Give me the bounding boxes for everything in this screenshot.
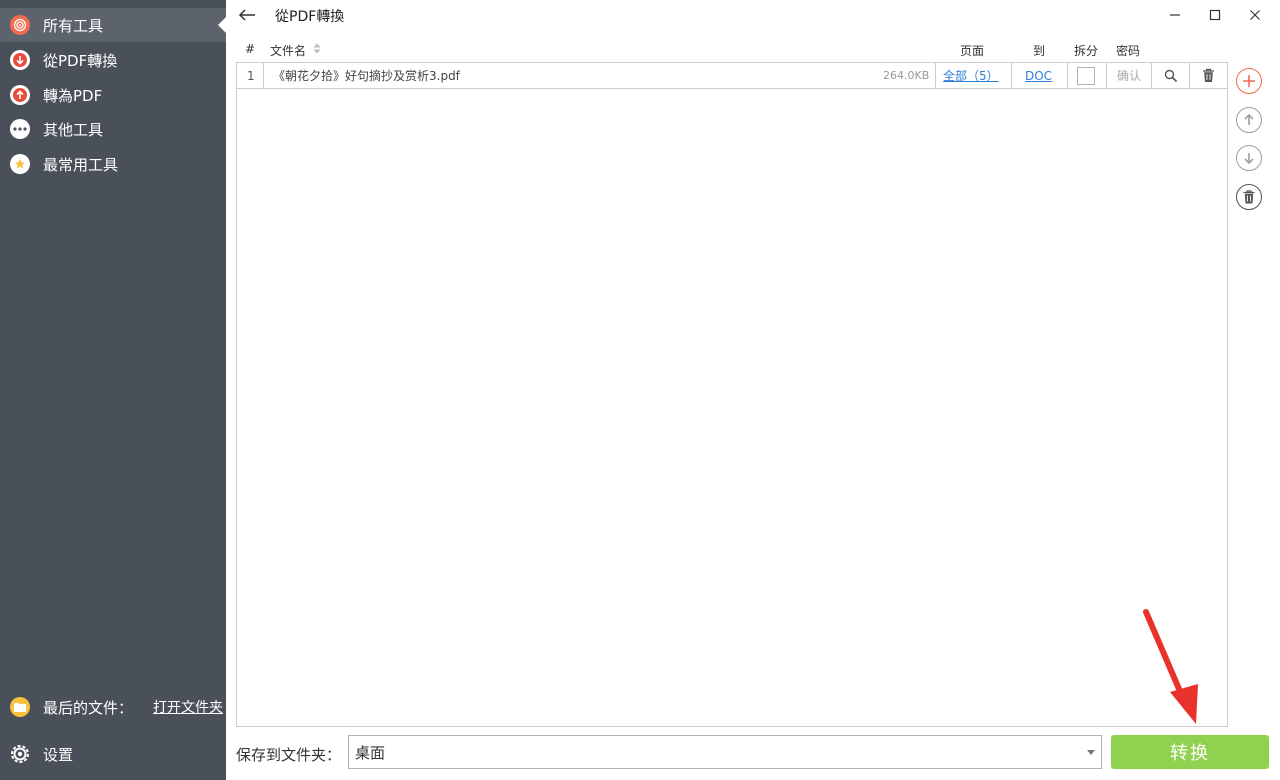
spiral-icon (10, 15, 30, 35)
split-checkbox[interactable] (1077, 63, 1095, 88)
sidebar-item-favorite-tools[interactable]: 最常用工具 (0, 147, 226, 181)
minimize-icon[interactable] (1164, 4, 1186, 26)
settings-label: 设置 (43, 745, 74, 764)
sidebar-item-from-pdf[interactable]: 從PDF轉換 (0, 43, 226, 77)
header-filename[interactable]: 文件名 (270, 42, 306, 59)
table-header: # 文件名 页面 到 拆分 密码 (236, 38, 1228, 60)
format-select-link[interactable]: DOC (1025, 63, 1052, 88)
ellipsis-icon (10, 119, 30, 139)
close-icon[interactable] (1244, 4, 1266, 26)
header-to: 到 (1033, 44, 1046, 58)
table-row[interactable]: 1 《朝花夕拾》好句摘抄及赏析3.pdf 264.0KB 全部（5） DOC 确… (237, 63, 1227, 89)
page-title: 從PDF轉換 (275, 9, 345, 25)
move-down-button[interactable] (1236, 145, 1262, 171)
sidebar: 所有工具 從PDF轉換 轉為PDF 其他工具 最常用工具 最后的文件： 打开文件… (0, 0, 226, 780)
plus-icon (1243, 75, 1255, 87)
arrow-down-icon (1244, 153, 1254, 165)
sidebar-item-other-tools[interactable]: 其他工具 (0, 112, 226, 146)
arrow-up-icon (1244, 113, 1254, 125)
star-icon (10, 154, 30, 174)
pages-select-link[interactable]: 全部（5） (943, 63, 999, 88)
gear-icon (10, 744, 30, 764)
row-file-size: 264.0KB (883, 69, 930, 82)
sidebar-item-label: 轉為PDF (43, 86, 103, 105)
file-table: 1 《朝花夕拾》好句摘抄及赏析3.pdf 264.0KB 全部（5） DOC 确… (236, 62, 1228, 727)
trash-icon (1243, 190, 1255, 204)
convert-button[interactable]: 转换 (1111, 735, 1269, 769)
sidebar-item-label: 最常用工具 (43, 155, 119, 174)
header-num: # (245, 42, 256, 56)
row-filename: 《朝花夕拾》好句摘抄及赏析3.pdf (273, 69, 460, 83)
password-field[interactable]: 确认 (1117, 63, 1141, 88)
dropdown-caret-icon (1087, 750, 1095, 755)
sidebar-item-label: 所有工具 (43, 16, 104, 35)
header-split: 拆分 (1074, 44, 1099, 58)
preview-search-icon[interactable] (1164, 63, 1178, 88)
move-up-button[interactable] (1236, 107, 1262, 133)
sidebar-item-label: 從PDF轉換 (43, 51, 118, 70)
delete-all-button[interactable] (1236, 184, 1262, 210)
sidebar-item-label: 其他工具 (43, 120, 104, 139)
convert-label: 转换 (1170, 743, 1210, 764)
back-arrow-icon[interactable] (236, 4, 258, 26)
title-bar: 從PDF轉換 (226, 0, 1280, 30)
maximize-icon[interactable] (1204, 4, 1226, 26)
row-num: 1 (247, 68, 255, 83)
save-to-folder-label: 保存到文件夹： (236, 746, 342, 764)
header-pages: 页面 (960, 44, 985, 58)
row-delete-icon[interactable] (1202, 63, 1215, 88)
settings-button[interactable]: 设置 (0, 737, 226, 771)
recent-files-label: 最后的文件： (43, 698, 134, 717)
header-password: 密码 (1116, 44, 1141, 58)
folder-icon (10, 697, 30, 717)
open-folder-link[interactable]: 打开文件夹 (153, 697, 223, 717)
sort-icon[interactable] (313, 43, 321, 57)
arrow-up-icon (10, 85, 30, 105)
add-file-button[interactable] (1236, 68, 1262, 94)
output-folder-value: 桌面 (355, 743, 386, 762)
sidebar-item-all-tools[interactable]: 所有工具 (0, 8, 226, 42)
arrow-down-icon (10, 50, 30, 70)
output-folder-select[interactable]: 桌面 (348, 735, 1102, 769)
recent-files-row: 最后的文件： 打开文件夹 (0, 690, 226, 724)
sidebar-item-to-pdf[interactable]: 轉為PDF (0, 78, 226, 112)
